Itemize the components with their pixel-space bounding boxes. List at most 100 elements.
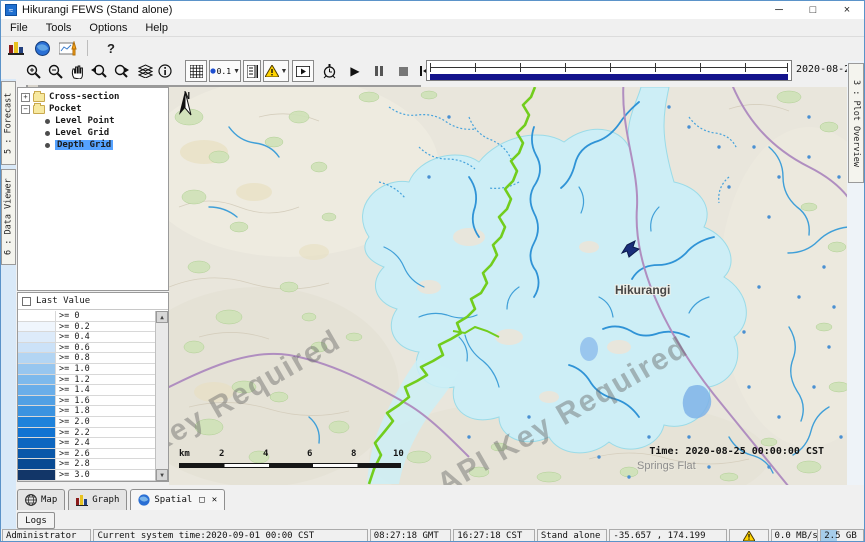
- animation-panel-button[interactable]: [292, 60, 314, 82]
- pause-button[interactable]: [369, 60, 389, 82]
- tab-label: Map: [41, 495, 57, 505]
- legend-threshold-label: >= 0.6: [56, 343, 155, 353]
- tab-spatial[interactable]: Spatial □ ✕: [130, 489, 225, 510]
- help-button[interactable]: ?: [100, 39, 122, 58]
- scroll-up-icon[interactable]: ▲: [156, 311, 168, 323]
- threshold-dropdown[interactable]: 0.1 ▼: [209, 60, 241, 82]
- legend-color-swatch: [18, 364, 56, 374]
- view-tabs: Map Graph Spatial □ ✕: [17, 489, 225, 510]
- legend-row[interactable]: >= 0: [18, 311, 155, 322]
- tree-label: Level Point: [55, 116, 115, 126]
- status-warning-cell[interactable]: [729, 529, 769, 542]
- scroll-down-icon[interactable]: ▼: [156, 469, 168, 481]
- legend-color-swatch: [18, 375, 56, 385]
- tree-item-level-point[interactable]: Level Point: [45, 115, 168, 127]
- tab-graph[interactable]: Graph: [68, 489, 127, 510]
- window-title: Hikurangi FEWS (Stand alone): [22, 4, 172, 16]
- time-marker-icon[interactable]: [319, 60, 339, 82]
- legend-threshold-label: >= 0.8: [56, 353, 155, 363]
- legend-row[interactable]: >= 0.4: [18, 332, 155, 343]
- legend-row[interactable]: >= 2.8: [18, 459, 155, 470]
- legend-scrollbar[interactable]: ▲ ▼: [155, 311, 168, 481]
- legend-color-swatch: [18, 438, 56, 448]
- logs-button[interactable]: Logs: [17, 512, 55, 529]
- play-button[interactable]: ▶: [345, 60, 365, 82]
- tab-close-icon[interactable]: ✕: [212, 495, 217, 505]
- menu-help[interactable]: Help: [136, 21, 177, 35]
- layers-icon[interactable]: [135, 60, 155, 82]
- legend-row[interactable]: >= 1.4: [18, 385, 155, 396]
- minimize-button[interactable]: ─: [762, 1, 796, 19]
- legend-row[interactable]: >= 1.8: [18, 406, 155, 417]
- globe-explorer-icon[interactable]: [31, 39, 53, 58]
- node-bullet-icon: [45, 119, 50, 124]
- info-icon[interactable]: [155, 60, 175, 82]
- menu-options[interactable]: Options: [80, 21, 136, 35]
- tree-item-depth-grid[interactable]: Depth Grid: [45, 139, 168, 151]
- legend-threshold-label: >= 2.0: [56, 417, 155, 427]
- stop-button[interactable]: [393, 60, 413, 82]
- legend-threshold-label: >= 1.0: [56, 364, 155, 374]
- main-toolbar: ?: [1, 37, 864, 59]
- legend-color-swatch: [18, 406, 56, 416]
- map-time-label: Time: 2020-08-25 00:00:00 CST: [649, 446, 824, 457]
- grid-display-button[interactable]: [185, 60, 207, 82]
- legend-row[interactable]: >= 1.2: [18, 375, 155, 386]
- tree-label: Cross-section: [49, 92, 119, 102]
- status-system-time: Current system time:2020-09-01 00:00 CST: [93, 529, 367, 542]
- tree-label: Pocket: [49, 104, 82, 114]
- close-button[interactable]: ×: [830, 1, 864, 19]
- legend-row[interactable]: >= 0.8: [18, 353, 155, 364]
- map-viewport[interactable]: API Key Required API Key Required N Hiku…: [169, 87, 848, 485]
- legend-color-swatch: [18, 343, 56, 353]
- title-bar[interactable]: ≈ Hikurangi FEWS (Stand alone) ─ □ ×: [1, 1, 864, 19]
- labels-toggle-button[interactable]: [243, 60, 261, 82]
- scale-unit: km: [179, 449, 190, 459]
- legend-row[interactable]: >= 0.6: [18, 343, 155, 354]
- tab-map[interactable]: Map: [17, 489, 65, 510]
- map-canvas: [169, 87, 848, 485]
- database-bars-icon[interactable]: [5, 39, 27, 58]
- legend-color-swatch: [18, 311, 56, 321]
- legend-color-swatch: [18, 428, 56, 438]
- town-label: Hikurangi: [615, 283, 670, 297]
- folder-icon: [33, 93, 45, 102]
- legend-row[interactable]: >= 2.4: [18, 438, 155, 449]
- legend-row[interactable]: >= 1.0: [18, 364, 155, 375]
- maximize-button[interactable]: □: [796, 1, 830, 19]
- last-value-checkbox[interactable]: [22, 297, 31, 306]
- legend-row[interactable]: >= 1.6: [18, 396, 155, 407]
- chevron-down-icon: ▼: [233, 68, 240, 75]
- tab-maximize-icon[interactable]: □: [199, 495, 204, 505]
- status-user: Administrator: [2, 529, 91, 542]
- legend-row[interactable]: >= 0.2: [18, 322, 155, 333]
- legend-row[interactable]: >= 2.6: [18, 449, 155, 460]
- legend-panel: Last Value >= 0>= 0.2>= 0.4>= 0.6>= 0.8>…: [17, 292, 169, 482]
- menu-file[interactable]: File: [1, 21, 37, 35]
- legend-row[interactable]: >= 3.0: [18, 470, 155, 481]
- legend-row[interactable]: >= 2.2: [18, 428, 155, 439]
- tab-forecast[interactable]: 5 : Forecast: [1, 81, 16, 165]
- legend-row[interactable]: >= 2.0: [18, 417, 155, 428]
- tab-label: Spatial: [154, 495, 192, 505]
- zoom-previous-icon[interactable]: [89, 60, 109, 82]
- zoom-in-icon[interactable]: [23, 60, 43, 82]
- zoom-next-icon[interactable]: [111, 60, 131, 82]
- node-bullet-icon: [45, 143, 50, 148]
- legend-color-swatch: [18, 449, 56, 459]
- legend-threshold-label: >= 0: [56, 311, 155, 321]
- collapse-minus-icon[interactable]: −: [21, 105, 30, 114]
- zoom-out-icon[interactable]: [45, 60, 65, 82]
- expand-plus-icon[interactable]: +: [21, 93, 30, 102]
- legend-threshold-label: >= 3.0: [56, 470, 155, 480]
- tab-data-viewer[interactable]: 6 : Data Viewer: [1, 169, 16, 265]
- tree-item-cross-section[interactable]: + Cross-section: [21, 91, 168, 103]
- tree-item-level-grid[interactable]: Level Grid: [45, 127, 168, 139]
- menu-tools[interactable]: Tools: [37, 21, 81, 35]
- chart-export-icon[interactable]: [57, 39, 79, 58]
- pan-hand-icon[interactable]: [67, 60, 87, 82]
- tree-item-pocket[interactable]: − Pocket: [21, 103, 168, 115]
- thresholds-warning-dropdown[interactable]: ▼: [263, 60, 289, 82]
- timeline-slider[interactable]: [426, 60, 792, 81]
- tab-plot-overview[interactable]: 3 : Plot Overview: [848, 63, 864, 183]
